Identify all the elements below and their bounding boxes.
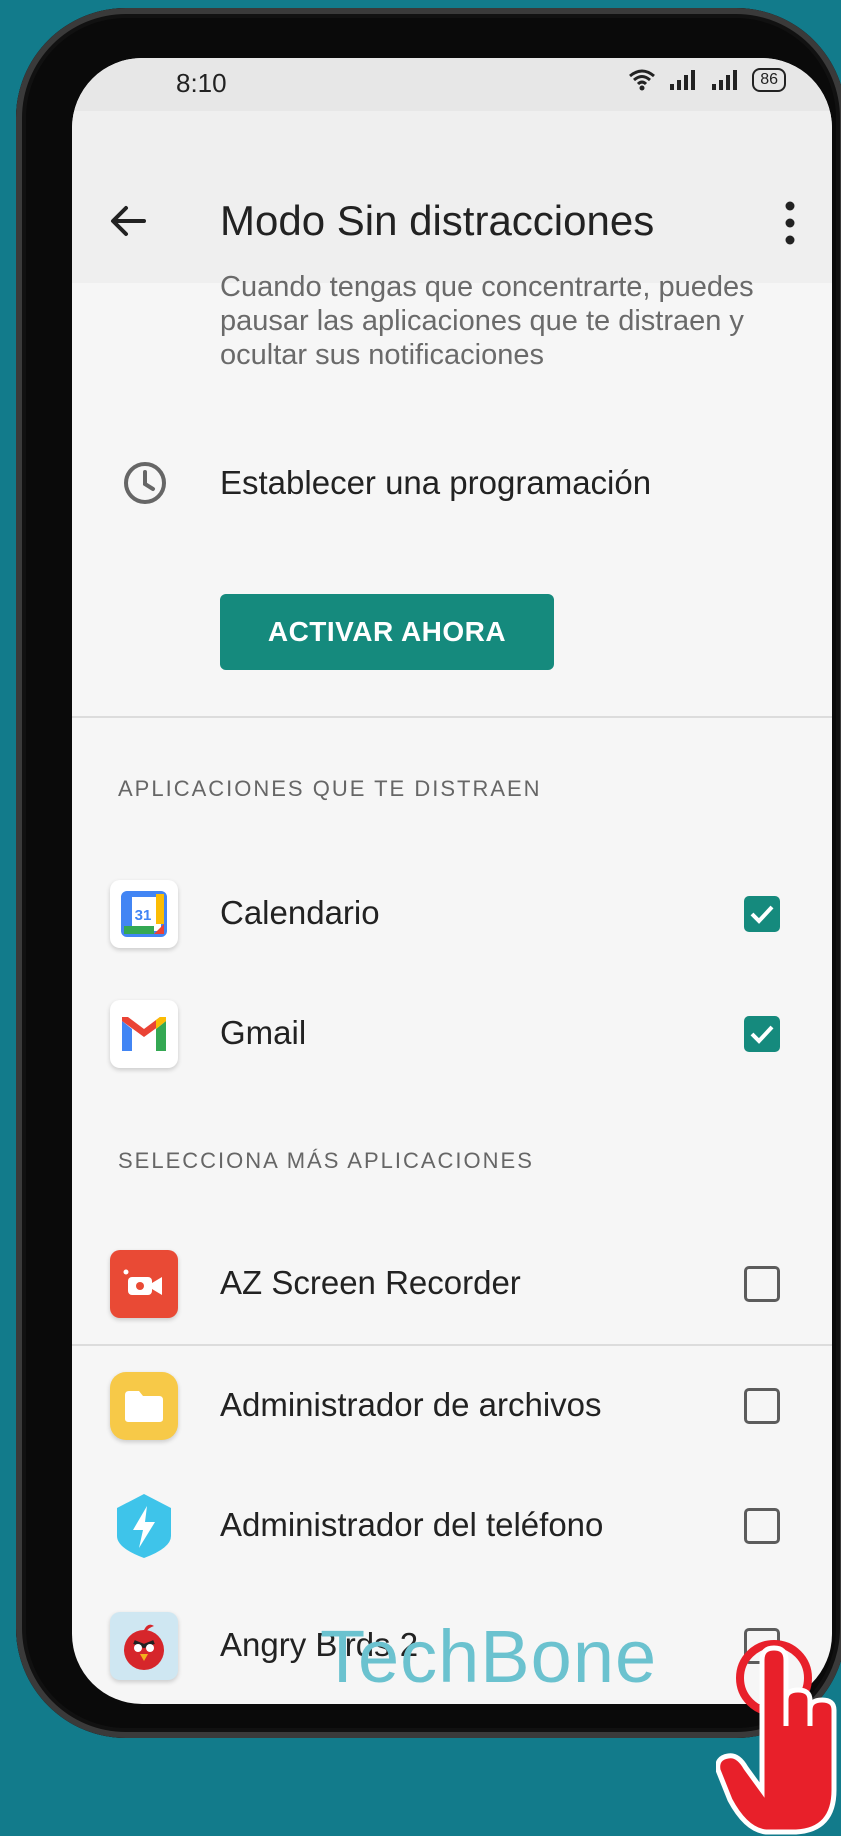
gmail-glyph — [122, 1017, 166, 1051]
tap-hand-icon — [716, 1640, 837, 1835]
check-icon — [750, 905, 774, 924]
status-icons: 86 — [628, 68, 786, 92]
activate-now-button[interactable]: ACTIVAR AHORA — [220, 594, 554, 670]
section-header-more: SELECCIONA MÁS APLICACIONES — [118, 1148, 534, 1173]
set-schedule-item[interactable]: Establecer una programación — [220, 464, 651, 502]
shield-bolt-glyph — [117, 1494, 171, 1558]
video-camera-glyph — [123, 1269, 162, 1295]
angry-birds-icon — [110, 1612, 178, 1680]
check-icon — [750, 1025, 774, 1044]
screen-recorder-icon — [110, 1250, 178, 1318]
folder-glyph — [125, 1391, 163, 1422]
back-arrow-icon[interactable] — [108, 201, 148, 241]
folder-icon — [110, 1372, 178, 1440]
app-label-az-screen-recorder: AZ Screen Recorder — [220, 1264, 521, 1301]
svg-text:31: 31 — [135, 907, 152, 924]
status-time: 8:10 — [176, 68, 227, 98]
checkbox-calendario[interactable] — [744, 896, 780, 932]
more-options-icon[interactable] — [784, 201, 796, 245]
red-bird-glyph — [124, 1624, 164, 1670]
checkbox-administrador-telefono[interactable] — [744, 1508, 780, 1544]
section-header-distracting: APLICACIONES QUE TE DISTRAEN — [118, 776, 542, 801]
app-label-administrador-telefono: Administrador del teléfono — [220, 1506, 604, 1543]
app-bar: Modo Sin distracciones — [72, 111, 832, 283]
phone-frame: 8:10 86 Modo Sin distracciones Cuando te… — [16, 8, 841, 1738]
phone-screen: 8:10 86 Modo Sin distracciones Cuando te… — [72, 58, 832, 1704]
signal-icon — [670, 70, 696, 90]
app-label-administrador-archivos: Administrador de archivos — [220, 1386, 602, 1423]
signal-icon-2 — [712, 70, 738, 90]
app-label-calendario: Calendario — [220, 894, 380, 931]
wifi-icon — [629, 69, 656, 91]
calendar-glyph: 31 — [121, 891, 167, 937]
page-title: Modo Sin distracciones — [220, 197, 655, 244]
calendar-icon: 31 — [110, 880, 178, 948]
gmail-icon — [110, 1000, 178, 1068]
checkbox-administrador-archivos[interactable] — [744, 1388, 780, 1424]
description-text: Cuando tengas que concentrarte, puedes p… — [220, 271, 754, 371]
divider — [72, 716, 832, 718]
app-label-gmail: Gmail — [220, 1014, 307, 1051]
battery-icon: 86 — [752, 68, 786, 92]
divider — [72, 1344, 832, 1346]
phone-manager-icon — [110, 1492, 178, 1560]
checkbox-az-screen-recorder[interactable] — [744, 1266, 780, 1302]
status-bar: 8:10 86 — [72, 58, 832, 111]
checkbox-gmail[interactable] — [744, 1016, 780, 1052]
clock-icon — [124, 462, 166, 504]
watermark: TechBone — [320, 1615, 658, 1698]
